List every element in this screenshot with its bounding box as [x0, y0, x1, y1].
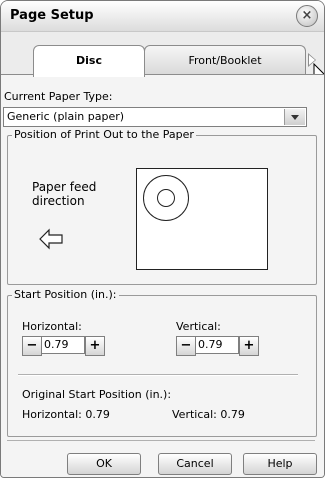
- cancel-button[interactable]: Cancel: [158, 453, 232, 475]
- horizontal-increment-button[interactable]: +: [85, 336, 105, 356]
- original-horizontal-value: Horizontal: 0.79: [22, 408, 110, 421]
- ok-button[interactable]: OK: [67, 453, 141, 475]
- disc-preview-icon: [143, 175, 189, 221]
- position-group: Position of Print Out to the Paper Paper…: [7, 128, 317, 285]
- paper-type-value: Generic (plain paper): [7, 110, 125, 123]
- start-position-title: Start Position (in.):: [12, 288, 119, 301]
- horizontal-input[interactable]: 0.79: [41, 336, 85, 354]
- paper-type-select[interactable]: Generic (plain paper): [3, 107, 307, 127]
- start-position-group: Start Position (in.): Horizontal: − 0.79…: [7, 288, 317, 437]
- position-group-title: Position of Print Out to the Paper: [12, 128, 196, 141]
- title-bar: Page Setup ×: [1, 1, 324, 32]
- vertical-decrement-button[interactable]: −: [176, 336, 196, 356]
- horizontal-stepper: − 0.79 +: [22, 336, 122, 356]
- original-start-title: Original Start Position (in.):: [22, 388, 172, 401]
- dialog-title: Page Setup: [10, 8, 94, 23]
- vertical-label: Vertical:: [176, 320, 221, 333]
- vertical-increment-button[interactable]: +: [239, 336, 259, 356]
- close-icon[interactable]: ×: [296, 5, 318, 27]
- tab-front-booklet[interactable]: Front/Booklet: [144, 45, 306, 76]
- tab-bar: Disc Front/Booklet: [1, 31, 324, 77]
- vertical-stepper: − 0.79 +: [176, 336, 276, 356]
- horizontal-decrement-button[interactable]: −: [22, 336, 42, 356]
- disc-tab-panel: Current Paper Type: Generic (plain paper…: [1, 74, 324, 477]
- help-button[interactable]: Help: [243, 453, 317, 475]
- horizontal-label: Horizontal:: [22, 320, 82, 333]
- vertical-input[interactable]: 0.79: [195, 336, 239, 354]
- paper-feed-label: Paper feed direction: [32, 180, 97, 208]
- page-setup-dialog: Page Setup × Disc Front/Booklet Current …: [0, 0, 325, 478]
- paper-type-label: Current Paper Type:: [4, 90, 113, 103]
- paper-preview: [136, 168, 268, 270]
- disc-hole-icon: [157, 189, 175, 207]
- footer-separator: [7, 440, 315, 441]
- separator: [18, 374, 298, 376]
- chevron-down-icon[interactable]: [284, 109, 305, 125]
- arrow-left-icon: [39, 228, 63, 250]
- tab-disc[interactable]: Disc: [33, 45, 145, 77]
- original-vertical-value: Vertical: 0.79: [172, 408, 245, 421]
